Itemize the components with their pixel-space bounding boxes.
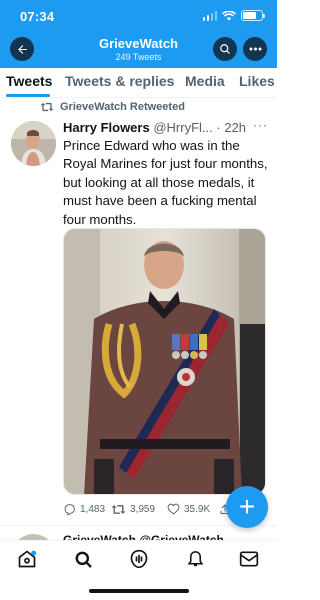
mail-icon [239, 551, 259, 567]
tab-tweets-replies[interactable]: Tweets & replies [65, 73, 174, 89]
tweet-meta: Harry Flowers @HrryFl... · 22h [63, 120, 270, 135]
meta-separator: · [216, 120, 221, 135]
avatar[interactable] [11, 121, 56, 166]
like-button[interactable]: 35.9K [167, 503, 210, 515]
tweet-text: Prince Edward who was in the Royal Marin… [63, 138, 268, 227]
status-time: 07:34 [20, 9, 55, 24]
home-icon [18, 550, 37, 568]
compose-tweet-button[interactable]: + [226, 486, 268, 528]
profile-tabs: Tweets Tweets & replies Media Likes [0, 68, 277, 98]
tab-media[interactable]: Media [185, 73, 225, 89]
battery-icon [241, 10, 265, 21]
signal-icon [202, 10, 217, 21]
status-bar: 07:34 [0, 0, 277, 32]
avatar-image [11, 121, 56, 166]
retweet-label: GrieveWatch Retweeted [60, 101, 185, 113]
status-icons [202, 10, 265, 21]
active-tab-indicator [6, 94, 50, 97]
like-count: 35.9K [184, 503, 211, 515]
retweet-icon [111, 505, 126, 514]
nav-spaces[interactable] [128, 548, 150, 570]
profile-header: GrieveWatch 249 Tweets [0, 32, 277, 68]
search-icon [75, 551, 92, 568]
tweet-photo[interactable] [63, 228, 266, 495]
nav-messages[interactable] [238, 548, 260, 570]
retweet-context[interactable]: GrieveWatch Retweeted [40, 101, 185, 113]
retweet-count: 3,959 [130, 504, 156, 515]
bell-icon [187, 551, 203, 567]
compose-plus-icon: + [238, 491, 256, 522]
reply-icon [64, 504, 75, 516]
more-icon [249, 47, 261, 51]
heart-icon [167, 503, 180, 515]
more-icon: ··· [253, 118, 268, 132]
retweet-button[interactable]: 3,959 [111, 503, 155, 516]
tab-likes[interactable]: Likes [239, 73, 275, 89]
author-handle[interactable]: @HrryFl... [153, 120, 212, 135]
home-indicator[interactable] [89, 589, 189, 593]
search-icon [220, 44, 230, 54]
nav-search[interactable] [72, 548, 94, 570]
nav-notifications[interactable] [184, 548, 206, 570]
reply-count: 1,483 [80, 504, 106, 515]
reply-button[interactable]: 1,483 [63, 503, 105, 516]
photo-prince-in-uniform [64, 229, 265, 494]
retweet-icon [40, 102, 54, 112]
nav-home[interactable] [16, 548, 38, 570]
wifi-icon [222, 10, 236, 20]
spaces-icon [130, 549, 148, 569]
more-button[interactable] [243, 37, 267, 61]
tweet-time[interactable]: 22h [224, 120, 246, 135]
author-name[interactable]: Harry Flowers [63, 120, 150, 135]
tab-tweets[interactable]: Tweets [6, 73, 52, 89]
tweet-more-button[interactable]: ··· [253, 118, 268, 132]
search-button[interactable] [213, 37, 237, 61]
